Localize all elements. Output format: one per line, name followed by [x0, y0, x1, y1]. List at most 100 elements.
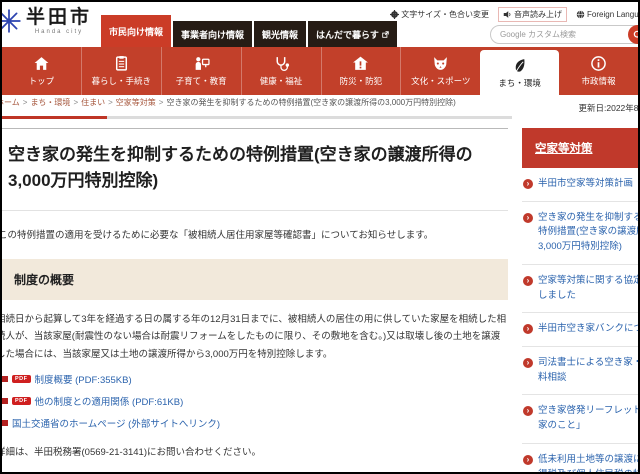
- voice-readout-link[interactable]: 音声読み上げ: [498, 7, 568, 22]
- intro-paragraph: この特例措置の適用を受けるために必要な「被相続人居住用家屋等確認書」についてお知…: [0, 229, 434, 241]
- nav-label: まち・環境: [498, 77, 541, 88]
- snowflake-logo-icon: [2, 9, 21, 34]
- sidebar-item-teimiriyo[interactable]: › 低未利用土地等の譲渡に係る所得税及び個人住民税の特例措置: [522, 444, 638, 472]
- nav-label: 防災・防犯: [339, 76, 383, 86]
- nav-item-bosai[interactable]: 防災・防犯: [320, 47, 401, 95]
- nav-label: 市政情報: [581, 76, 616, 86]
- nav-item-kurashi[interactable]: 暮らし・手続き: [80, 47, 161, 95]
- sidebar-item-leaflet[interactable]: › 空き家啓発リーフレット「空き家のこと」: [522, 395, 638, 444]
- utility-links: 文字サイズ・色合い変更 音声読み上げ Foreign Language: [390, 7, 639, 22]
- breadcrumb-machi[interactable]: まち・環境: [30, 98, 70, 107]
- breadcrumb-current: 空き家の発生を抑制するための特例措置(空き家の譲渡所得の3,000万円特別控除): [166, 98, 456, 107]
- chevron-right-icon: ›: [523, 454, 533, 465]
- search-input[interactable]: [491, 30, 628, 39]
- breadcrumb: ホーム>まち・環境>住まい>空家等対策>空き家の発生を抑制するための特例措置(空…: [2, 97, 456, 108]
- nav-label: 文化・スポーツ: [411, 76, 471, 86]
- breadcrumb-separator: >: [158, 98, 164, 107]
- sidebar-link: 空家等対策に関する協定を締結しました: [538, 274, 638, 301]
- speaker-icon: [503, 11, 511, 18]
- font-size-link[interactable]: 文字サイズ・色合い変更: [390, 9, 489, 20]
- nav-item-kosodate[interactable]: 子育て・教育: [160, 47, 241, 95]
- tab-living-label: はんだで暮らす: [316, 29, 379, 40]
- chevron-right-icon: ›: [523, 275, 533, 286]
- nav-label: 健康・福祉: [259, 76, 303, 86]
- sidebar-item-kyotei[interactable]: › 空家等対策に関する協定を締結しました: [522, 265, 638, 314]
- chevron-right-icon: ›: [523, 179, 533, 189]
- gear-icon: [390, 10, 400, 19]
- external-link-icon: [382, 30, 389, 38]
- chevron-right-icon: ›: [523, 324, 533, 335]
- site-subtitle: Handa city: [34, 28, 84, 35]
- nav-label: 子育て・教育: [175, 76, 227, 86]
- tab-business[interactable]: 事業者向け情報: [173, 21, 253, 47]
- tab-living[interactable]: はんだで暮らす: [308, 21, 397, 47]
- square-bullet-icon: [2, 419, 8, 426]
- sidebar-link: 空き家啓発リーフレット「空き家のこと」: [538, 405, 638, 432]
- nav-item-shisei[interactable]: 市政情報: [559, 47, 638, 95]
- nav-item-bunka[interactable]: 文化・スポーツ: [400, 47, 480, 95]
- sidebar-link: 司法書士による空き家・登記無料相談: [538, 357, 638, 383]
- square-bullet-icon: [2, 375, 8, 382]
- shelter-icon: [353, 56, 369, 70]
- voice-readout-label: 音声読み上げ: [514, 10, 563, 19]
- chevron-right-icon: ›: [523, 358, 533, 369]
- main-content: 空き家の発生を抑制するための特例措置(空き家の譲渡所得の3,000万円特別控除)…: [2, 128, 508, 472]
- site-logo[interactable]: 半田市 Handa city: [2, 7, 93, 35]
- page-title: 空き家の発生を抑制するための特例措置(空き家の譲渡所得の3,000万円特別控除): [2, 129, 508, 211]
- sidebar-item-tokurei-sochi[interactable]: › 空き家の発生を抑制するための特例措置(空き家の譲渡所得の3,000万円特別控…: [522, 202, 638, 265]
- sidebar-item-taisaku-keikaku[interactable]: › 半田市空家等対策計画: [522, 168, 638, 202]
- site-header: 半田市 Handa city 市民向け情報 事業者向け情報 観光情報 はんだで暮…: [2, 2, 638, 47]
- section-heading-overview: 制度の概要: [2, 258, 508, 300]
- sidebar-item-akiya-bank[interactable]: › 半田市空き家バンクについて: [522, 313, 638, 348]
- sidebar-link: 空き家の発生を抑制するための特例措置(空き家の譲渡所得の3,000万円特別控除): [538, 211, 638, 253]
- site-search: [490, 25, 638, 44]
- search-icon: [633, 30, 638, 38]
- chevron-right-icon: ›: [523, 406, 533, 417]
- nav-item-machi[interactable]: まち・環境: [480, 50, 560, 95]
- nav-label: 暮らし・手続き: [91, 76, 152, 86]
- pdf-link-relation[interactable]: 他の制度との適用関係 (PDF:61KB): [35, 394, 184, 408]
- tab-tourism[interactable]: 観光情報: [254, 21, 307, 47]
- chevron-right-icon: ›: [523, 212, 533, 223]
- audience-tabs: 市民向け情報 事業者向け情報 観光情報 はんだで暮らす: [101, 15, 397, 47]
- contact-paragraph: 詳細は、半田税務署(0569-21-3141)にお問い合わせください。: [0, 446, 261, 458]
- stethoscope-icon: [276, 57, 289, 71]
- overview-paragraph: 相続日から起算して3年を経過する日の属する年の12月31日までに、被相続人の居住…: [0, 313, 507, 360]
- home-icon: [34, 57, 49, 70]
- nav-item-top[interactable]: トップ: [2, 47, 81, 95]
- sidebar-item-shihoshoshi[interactable]: › 司法書士による空き家・登記無料相談: [522, 347, 638, 396]
- sidebar-heading[interactable]: 空家等対策: [522, 128, 638, 168]
- sidebar-link: 半田市空き家バンクについて: [538, 323, 638, 335]
- pdf-icon: PDF: [12, 374, 31, 383]
- list-item: PDF 他の制度との適用関係 (PDF:61KB): [2, 394, 508, 408]
- breadcrumb-separator: >: [73, 98, 79, 107]
- external-link-mlit[interactable]: 国土交通省のホームページ (外部サイトへリンク): [12, 416, 220, 430]
- nav-label: トップ: [28, 76, 55, 86]
- list-item: PDF 制度概要 (PDF:355KB): [2, 372, 508, 386]
- list-item: 国土交通省のホームページ (外部サイトへリンク): [2, 416, 508, 430]
- page: 半田市 Handa city 市民向け情報 事業者向け情報 観光情報 はんだで暮…: [0, 0, 640, 474]
- tab-citizen[interactable]: 市民向け情報: [101, 15, 172, 47]
- nav-item-kenko[interactable]: 健康・福祉: [240, 47, 321, 95]
- breadcrumb-sumai[interactable]: 住まい: [81, 98, 105, 107]
- sidebar-link: 低未利用土地等の譲渡に係る所得税及び個人住民税の特例措置: [538, 453, 638, 472]
- search-button[interactable]: [628, 25, 638, 44]
- info-icon: [591, 56, 606, 71]
- foreign-language-label: Foreign Language: [587, 10, 639, 19]
- pdf-icon: PDF: [12, 396, 31, 405]
- font-size-label: 文字サイズ・色合い変更: [401, 10, 490, 19]
- site-title: 半田市: [26, 7, 93, 28]
- foreign-language-link[interactable]: Foreign Language: [576, 10, 639, 19]
- square-bullet-icon: [2, 397, 8, 404]
- breadcrumb-separator: >: [108, 98, 113, 107]
- pdf-link-overview[interactable]: 制度概要 (PDF:355KB): [35, 372, 132, 386]
- breadcrumb-akiya[interactable]: 空家等対策: [116, 98, 156, 107]
- parent-child-icon: [195, 57, 210, 70]
- sidebar-link: 半田市空家等対策計画: [538, 178, 634, 189]
- globe-icon: [576, 10, 585, 19]
- fox-mask-icon: [434, 57, 448, 70]
- breadcrumb-separator: >: [22, 98, 28, 107]
- breadcrumb-home[interactable]: ホーム: [2, 98, 20, 107]
- main-nav: トップ 暮らし・手続き 子育て・教育 健康・福祉 防災・防犯 文化・スポーツ ま…: [2, 47, 638, 95]
- updated-date: 更新日:2022年8月: [578, 103, 639, 113]
